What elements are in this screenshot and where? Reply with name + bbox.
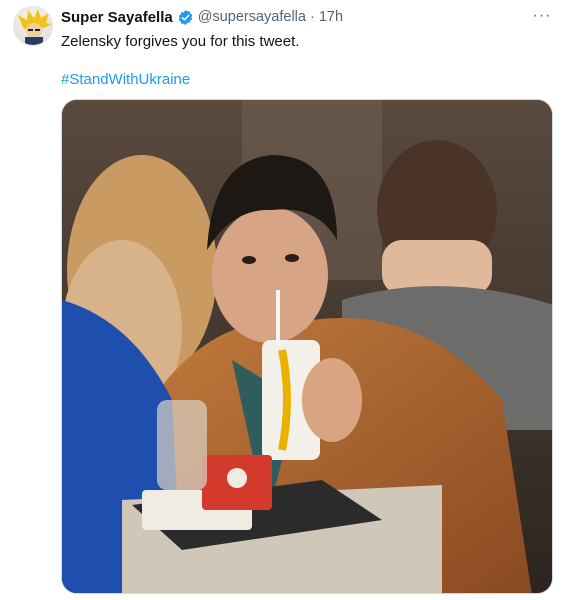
tweet-header: Super Sayafella @supersayafella · 17h xyxy=(61,6,343,28)
verified-badge-icon xyxy=(177,9,194,26)
timestamp[interactable]: 17h xyxy=(319,9,343,25)
tweet-text: Zelensky forgives you for this tweet. xyxy=(61,33,300,50)
hashtag-link[interactable]: #StandWithUkraine xyxy=(61,70,190,90)
avatar[interactable] xyxy=(13,6,53,46)
more-options-icon[interactable]: ··· xyxy=(531,7,553,24)
tweet-photo[interactable] xyxy=(61,99,553,594)
tweet[interactable]: Super Sayafella @supersayafella · 17h ··… xyxy=(0,0,567,600)
handle[interactable]: @supersayafella xyxy=(198,9,306,25)
separator-dot: · xyxy=(309,9,315,25)
display-name[interactable]: Super Sayafella xyxy=(61,9,173,26)
more-options-label: ··· xyxy=(532,7,552,24)
